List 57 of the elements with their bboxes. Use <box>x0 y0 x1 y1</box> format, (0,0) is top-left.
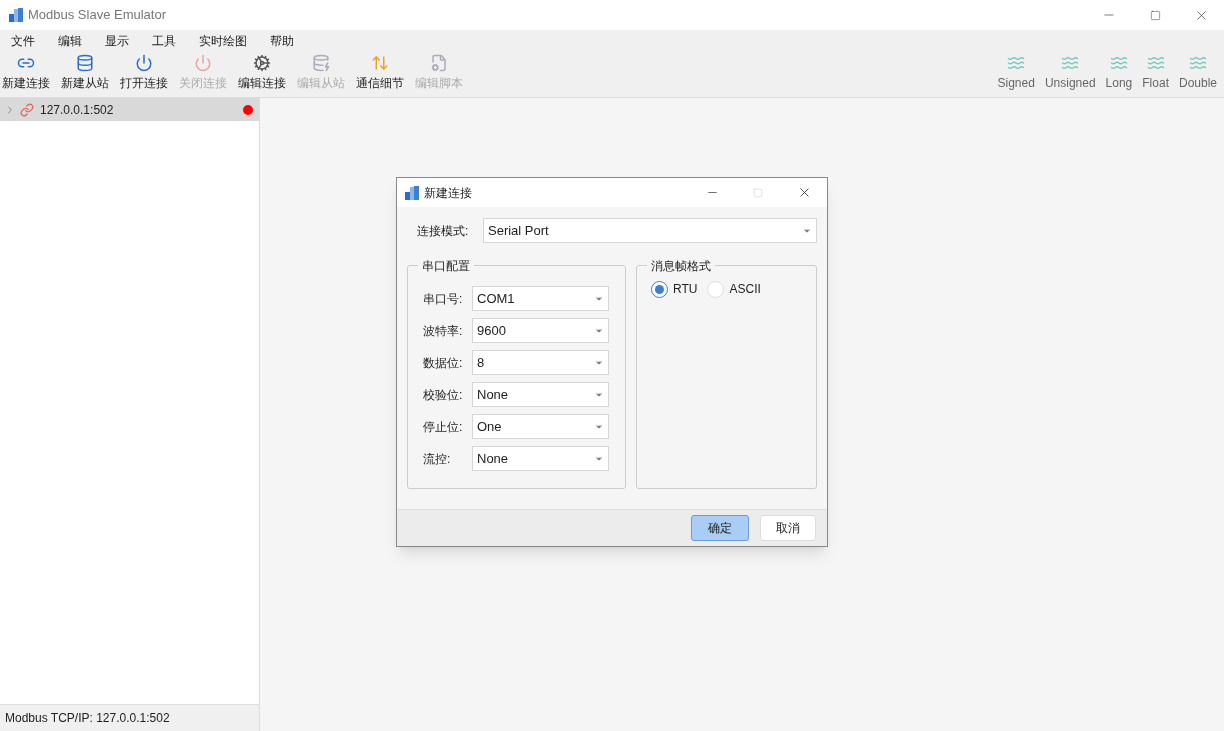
app-logo-icon <box>8 7 24 23</box>
wave-icon <box>1189 54 1207 72</box>
menu-item[interactable]: 文件 <box>3 32 43 50</box>
field-label: 连接模式: <box>417 222 470 240</box>
dropdown-field[interactable]: 9600 <box>472 318 609 343</box>
toolbar-button[interactable]: 通信细节 <box>354 52 406 92</box>
tree-item[interactable]: 127.0.0.1:502 <box>0 98 259 121</box>
wave-icon <box>1146 54 1165 72</box>
field-label: 流控: <box>423 450 452 468</box>
dialog-title: 新建连接 <box>424 184 472 202</box>
arrows-icon <box>371 54 389 72</box>
window-title: Modbus Slave Emulator <box>28 6 166 25</box>
gear-icon <box>253 54 271 72</box>
format-button[interactable]: Float <box>1139 52 1172 92</box>
field-label: 串口号: <box>423 290 464 308</box>
database-icon <box>76 54 94 72</box>
group-title: 串口配置 <box>418 257 474 275</box>
field-label: 校验位: <box>423 386 464 404</box>
menu-item[interactable]: 编辑 <box>50 32 90 50</box>
format-button[interactable]: Double <box>1175 52 1220 92</box>
toolbar-button[interactable]: 编辑连接 <box>236 52 288 92</box>
menu-item[interactable]: 工具 <box>144 32 184 50</box>
dropdown-field[interactable]: COM1 <box>472 286 609 311</box>
field-label: 数据位: <box>423 354 464 372</box>
dialog-logo-icon <box>404 184 420 201</box>
toolbar-button[interactable]: 新建从站 <box>59 52 111 92</box>
dialog-button[interactable]: 取消 <box>760 515 816 541</box>
field-label: 波特率: <box>423 322 464 340</box>
power-icon <box>135 54 153 72</box>
format-button[interactable]: Long <box>1102 52 1136 92</box>
dropdown-field[interactable]: None <box>472 382 609 407</box>
radio-option[interactable]: ASCII <box>707 280 761 298</box>
format-button[interactable]: Signed <box>994 52 1038 92</box>
radio-option[interactable]: RTU <box>651 280 698 298</box>
menu-item[interactable]: 帮助 <box>262 32 302 50</box>
dropdown-field[interactable]: One <box>472 414 609 439</box>
toolbar-button[interactable]: 打开连接 <box>118 52 170 92</box>
group-title: 消息帧格式 <box>647 257 715 275</box>
maximize-icon <box>1149 9 1161 21</box>
wave-icon <box>1061 54 1080 72</box>
tree-item-label: 127.0.0.1:502 <box>40 101 115 119</box>
toolbar-button[interactable]: 新建连接 <box>0 52 52 92</box>
dropdown-field[interactable]: None <box>472 446 609 471</box>
wave-icon <box>1007 54 1026 72</box>
power-icon <box>194 54 212 72</box>
status-bar: Modbus TCP/IP: 127.0.0.1:502 <box>0 704 259 731</box>
radio-button[interactable] <box>651 280 668 298</box>
dialog-button[interactable]: 确定 <box>691 515 749 541</box>
dropdown-field[interactable]: 8 <box>472 350 609 375</box>
format-button[interactable]: Unsigned <box>1041 52 1099 92</box>
menu-item[interactable]: 显示 <box>97 32 137 50</box>
menu-item[interactable]: 实时绘图 <box>191 32 255 50</box>
link-icon <box>20 102 34 117</box>
field-label: 停止位: <box>423 418 464 436</box>
maximize-icon <box>753 187 763 198</box>
wave-icon <box>1109 54 1128 72</box>
mode-dropdown[interactable]: Serial Port <box>483 218 817 243</box>
